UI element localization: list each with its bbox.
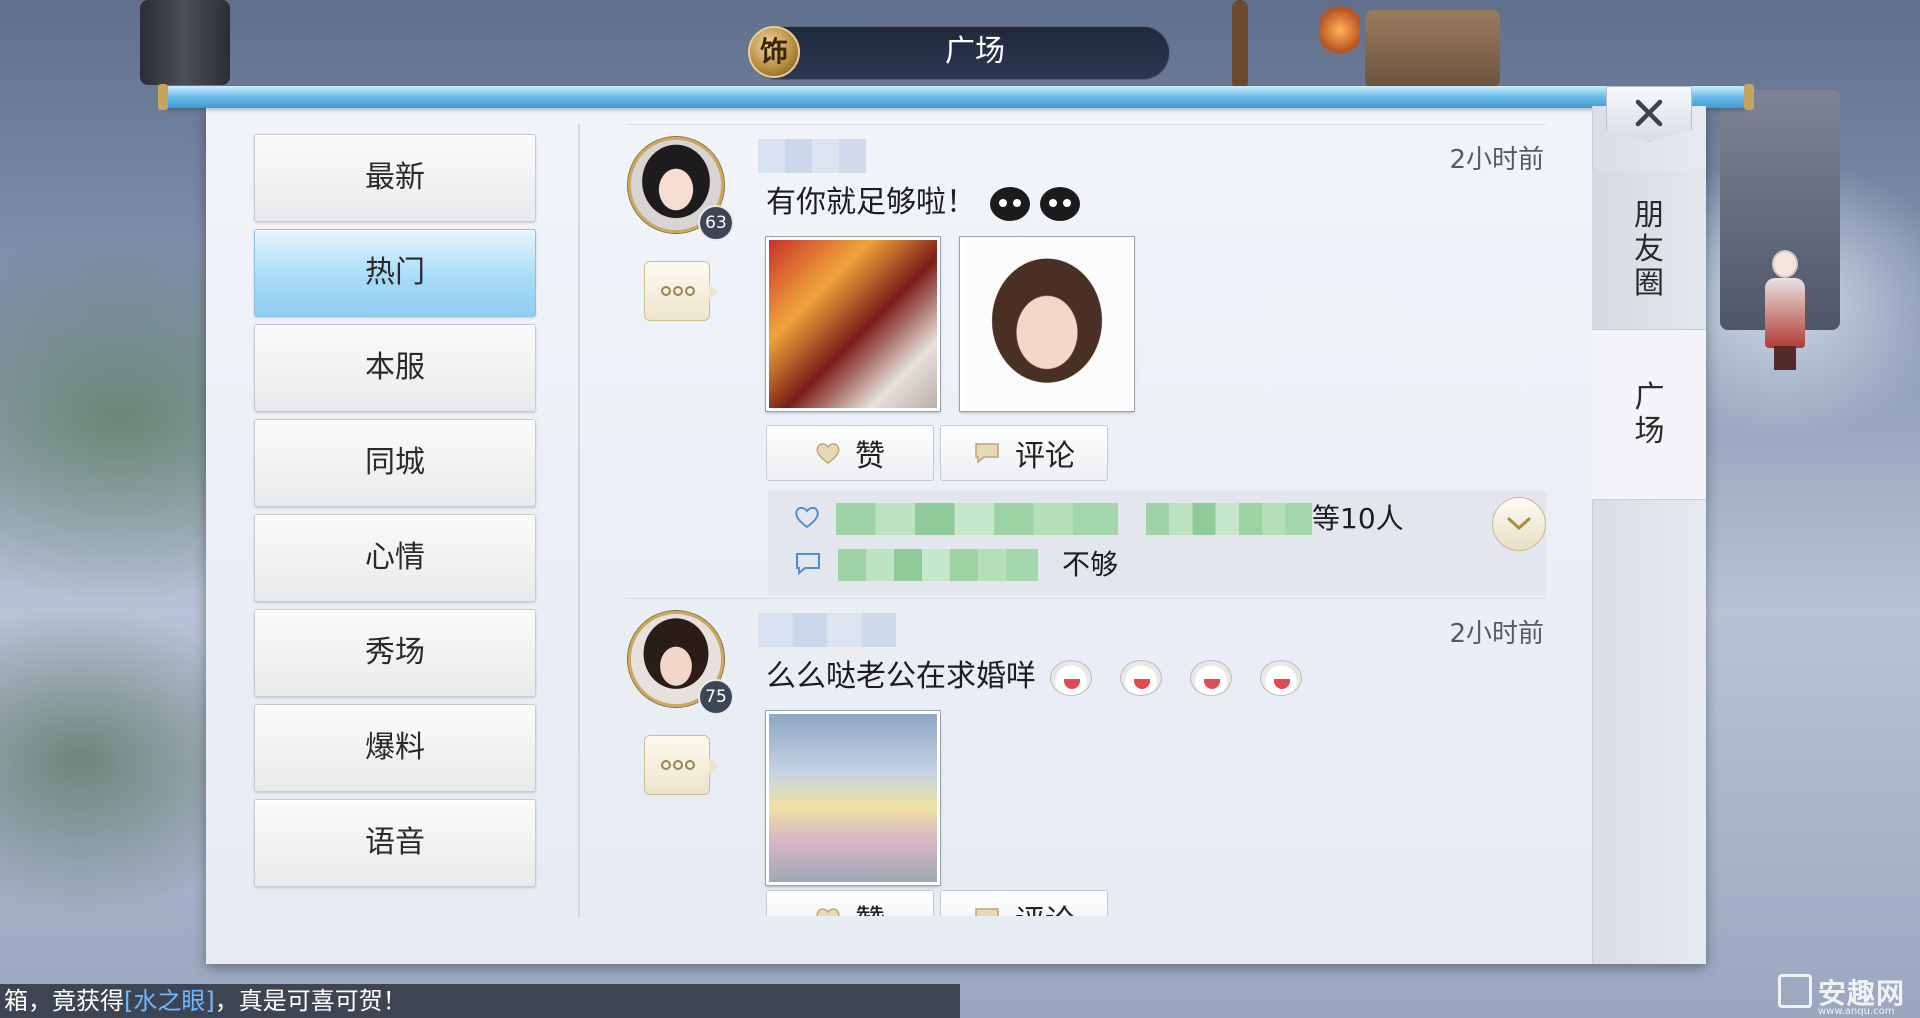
username-blurred xyxy=(758,139,866,173)
black-creature-emoji-icon xyxy=(989,186,1030,221)
feed-post: 75 2小时前 么么哒老公在求婚咩 xyxy=(626,598,1546,916)
menu-divider xyxy=(578,124,580,918)
player-character[interactable] xyxy=(1760,250,1810,370)
like-button[interactable]: 赞 xyxy=(766,890,934,916)
more-dots-icon xyxy=(661,760,695,770)
category-latest[interactable]: 最新 xyxy=(254,134,536,222)
comment-button[interactable]: 评论 xyxy=(940,425,1108,481)
tab-square-char: 广 xyxy=(1634,379,1665,415)
tab-friends-circle[interactable]: 朋 友 圈 xyxy=(1592,170,1706,330)
category-same-city[interactable]: 同城 xyxy=(254,419,536,507)
comment-bubble-icon xyxy=(975,443,999,464)
character-head xyxy=(1772,250,1798,278)
costume-emblem-icon[interactable]: 饰 xyxy=(748,26,800,78)
tab-friends-char: 朋 xyxy=(1634,197,1664,233)
comment-button[interactable]: 评论 xyxy=(940,890,1108,916)
expand-button[interactable] xyxy=(1492,497,1546,551)
stone-lantern xyxy=(140,0,230,85)
ticker-item-link[interactable]: [水之眼] xyxy=(124,987,215,1015)
emoji-group xyxy=(1049,659,1320,696)
likes-count-text: 等10人 xyxy=(1312,502,1404,535)
tab-friends-char: 友 xyxy=(1634,231,1664,267)
emoji-group xyxy=(989,186,1080,221)
commenter-name-blurred xyxy=(838,549,1038,581)
panel-header-strip xyxy=(158,84,1754,110)
ticker-suffix: ，真是可喜可贺！ xyxy=(214,987,407,1015)
tab-square[interactable]: 广 场 xyxy=(1592,330,1706,500)
comment-label: 评论 xyxy=(1015,896,1075,916)
chevron-down-icon xyxy=(1507,517,1531,531)
post-text: 有你就足够啦！ xyxy=(766,185,976,220)
wooden-crate xyxy=(1365,10,1500,88)
tab-square-char: 场 xyxy=(1634,413,1665,449)
torch-fire xyxy=(1320,0,1360,60)
close-icon xyxy=(1635,99,1663,127)
liker-names-blurred xyxy=(836,503,1118,535)
category-showcase[interactable]: 秀场 xyxy=(254,609,536,697)
post-image-selfie[interactable] xyxy=(960,237,1134,411)
page-title: 广场 xyxy=(945,34,1005,69)
liker-names-blurred xyxy=(1146,503,1312,535)
crying-face-emoji-icon xyxy=(1049,659,1092,696)
heart-outline-icon xyxy=(795,506,819,529)
tab-friends-char: 圈 xyxy=(1634,265,1664,301)
crying-face-emoji-icon xyxy=(1189,659,1232,696)
like-label: 赞 xyxy=(855,896,885,916)
character-legs xyxy=(1774,346,1796,370)
post-feed[interactable]: 63 2小时前 有你就足够啦！ 赞 评论 等10人 不够 75 2小时前 么么哒… xyxy=(626,124,1546,916)
category-hot[interactable]: 热门 xyxy=(254,229,536,317)
heart-icon xyxy=(816,908,840,916)
comment-bubble-icon xyxy=(975,908,999,916)
wooden-pole xyxy=(1232,0,1248,90)
post-text-row: 有你就足够啦！ xyxy=(766,177,1080,221)
watermark-url: www.anqu.com xyxy=(1818,1006,1895,1017)
category-voice[interactable]: 语音 xyxy=(254,799,536,887)
post-time: 2小时前 xyxy=(1449,619,1544,649)
category-mood[interactable]: 心情 xyxy=(254,514,536,602)
comment-outline-icon xyxy=(796,553,820,576)
black-creature-emoji-icon xyxy=(1039,186,1080,221)
level-badge: 75 xyxy=(698,679,734,715)
category-scoop[interactable]: 爆料 xyxy=(254,704,536,792)
comment-label: 评论 xyxy=(1015,439,1075,474)
comment-preview-text: 不够 xyxy=(1062,548,1119,581)
ticker-prefix: 箱，竟获得 xyxy=(4,987,124,1015)
post-2-actions-clip: 赞 评论 xyxy=(626,890,1546,916)
post-image-couple[interactable] xyxy=(766,237,940,411)
comment-row: 不够 xyxy=(768,547,1546,583)
interaction-summary: 等10人 不够 xyxy=(768,491,1546,595)
likes-row: 等10人 xyxy=(768,501,1546,537)
category-this-server[interactable]: 本服 xyxy=(254,324,536,412)
feed-post: 63 2小时前 有你就足够啦！ 赞 评论 等10人 不够 xyxy=(626,124,1546,595)
level-badge: 63 xyxy=(698,205,734,241)
watermark-logo-icon xyxy=(1778,974,1812,1008)
crying-face-emoji-icon xyxy=(1119,659,1162,696)
more-options-button[interactable] xyxy=(644,735,719,795)
like-button[interactable]: 赞 xyxy=(766,425,934,481)
like-label: 赞 xyxy=(855,439,885,474)
post-text: 么么哒老公在求婚咩 xyxy=(766,659,1036,694)
post-image-character[interactable] xyxy=(766,711,940,885)
more-options-button[interactable] xyxy=(644,261,719,321)
heart-icon xyxy=(816,443,840,464)
character-body xyxy=(1765,278,1805,348)
site-watermark: 安趣网 www.anqu.com xyxy=(1778,972,1918,1018)
post-time: 2小时前 xyxy=(1449,145,1544,175)
post-text-row: 么么哒老公在求婚咩 xyxy=(766,651,1320,696)
crying-face-emoji-icon xyxy=(1259,659,1302,696)
more-dots-icon xyxy=(661,286,695,296)
username-blurred xyxy=(758,613,896,647)
system-chat-ticker: 箱，竟获得[水之眼]，真是可喜可贺！ xyxy=(0,984,960,1018)
